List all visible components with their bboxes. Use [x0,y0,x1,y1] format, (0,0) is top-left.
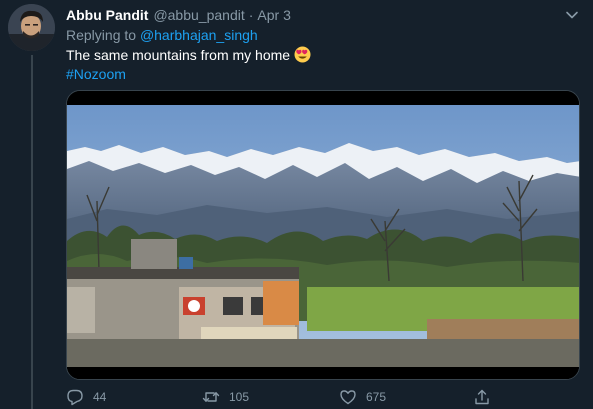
media-image[interactable] [66,90,580,380]
replying-to-label: Replying to [66,27,140,43]
retweet-count: 105 [229,390,250,404]
share-icon [473,388,491,406]
tweet-text-row: The same mountains from my home [66,46,311,63]
display-name[interactable]: Abbu Pandit [66,7,148,23]
heart-eyes-emoji-icon [294,46,311,63]
reply-button[interactable]: 44 [66,388,106,406]
tweet-text: The same mountains from my home [66,46,291,63]
mention-link[interactable]: @harbhajan_singh [140,27,258,43]
reply-count: 44 [93,390,107,404]
heart-icon [339,388,357,406]
retweet-icon [202,388,220,406]
avatar[interactable] [8,4,55,51]
reply-icon [66,388,84,406]
tweet-header: Abbu Pandit @abbu_pandit · Apr 3 [66,7,553,25]
user-handle[interactable]: @abbu_pandit [153,7,244,23]
like-count: 675 [366,390,387,404]
retweet-button[interactable]: 105 [202,388,249,406]
thread-line [31,55,33,409]
like-button[interactable]: 675 [339,388,386,406]
tweet-date[interactable]: Apr 3 [257,7,290,23]
share-button[interactable] [473,388,500,406]
tweet-actions: 44 105 675 [66,388,526,408]
separator-dot: · [248,7,254,23]
hashtag-link[interactable]: #Nozoom [66,66,126,82]
chevron-down-icon[interactable] [563,6,581,24]
replying-to: Replying to @harbhajan_singh [66,27,258,43]
tweet: Abbu Pandit @abbu_pandit · Apr 3 Replyin… [0,0,593,409]
